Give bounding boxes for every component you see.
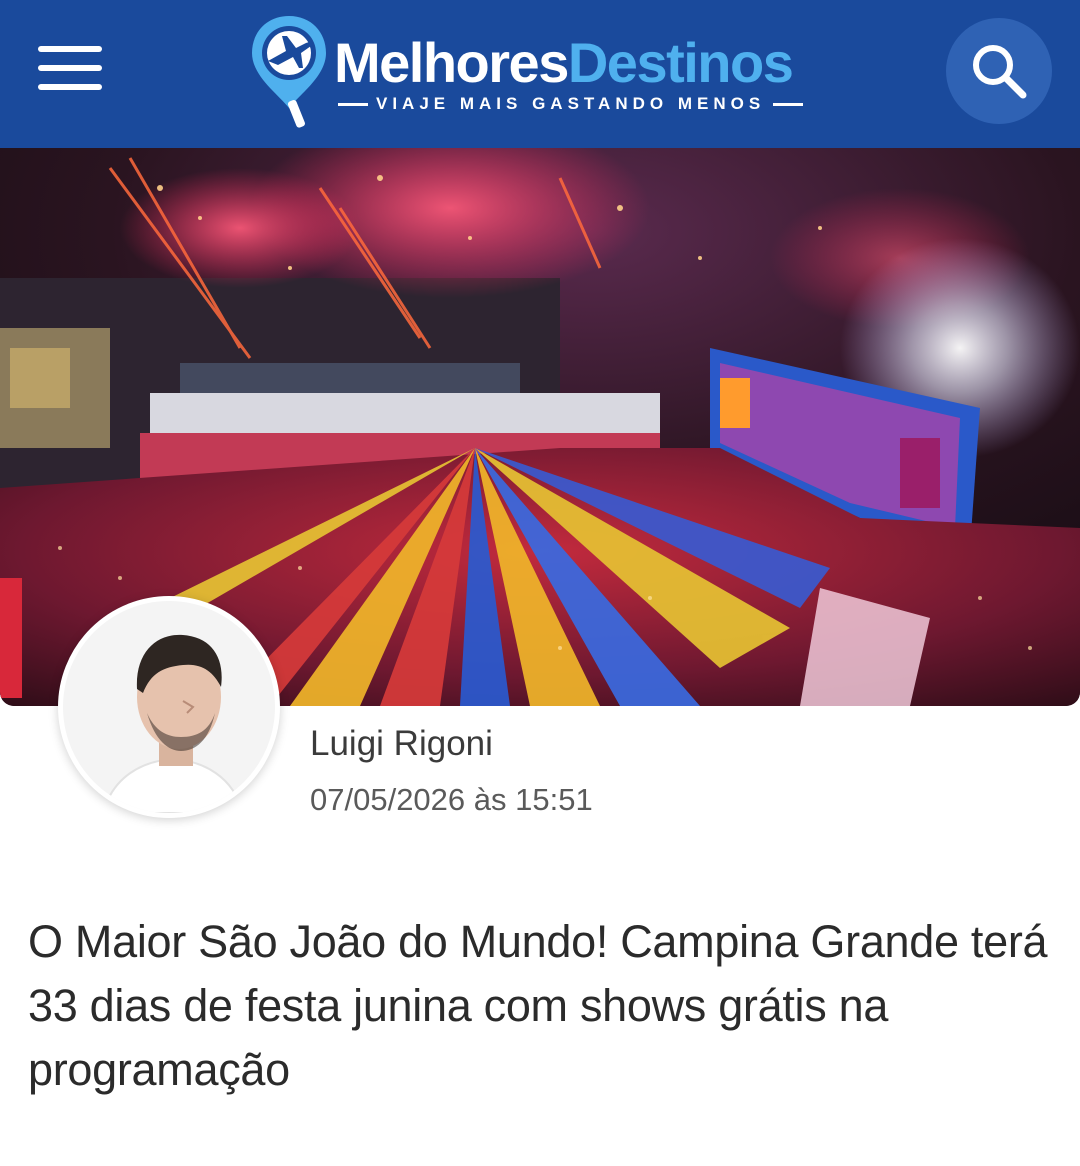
site-header: MelhoresDestinos VIAJE MAIS GASTANDO MEN… [0, 0, 1080, 148]
site-logo[interactable]: MelhoresDestinos VIAJE MAIS GASTANDO MEN… [248, 12, 838, 132]
author-name[interactable]: Luigi Rigoni [310, 724, 493, 764]
author-photo [63, 601, 275, 813]
logo-tagline: VIAJE MAIS GASTANDO MENOS [338, 94, 832, 114]
search-button[interactable] [946, 18, 1052, 124]
author-avatar[interactable] [58, 596, 280, 818]
hamburger-menu-icon[interactable] [38, 46, 102, 90]
logo-wordmark: MelhoresDestinos [334, 31, 794, 94]
search-icon [973, 45, 1027, 99]
location-pin-plane-icon [252, 16, 326, 128]
tagline-text: VIAJE MAIS GASTANDO MENOS [376, 94, 766, 113]
article-title: O Maior São João do Mundo! Campina Grand… [28, 916, 1048, 1095]
publish-date: 07/05/2026 às 15:51 [310, 782, 593, 817]
